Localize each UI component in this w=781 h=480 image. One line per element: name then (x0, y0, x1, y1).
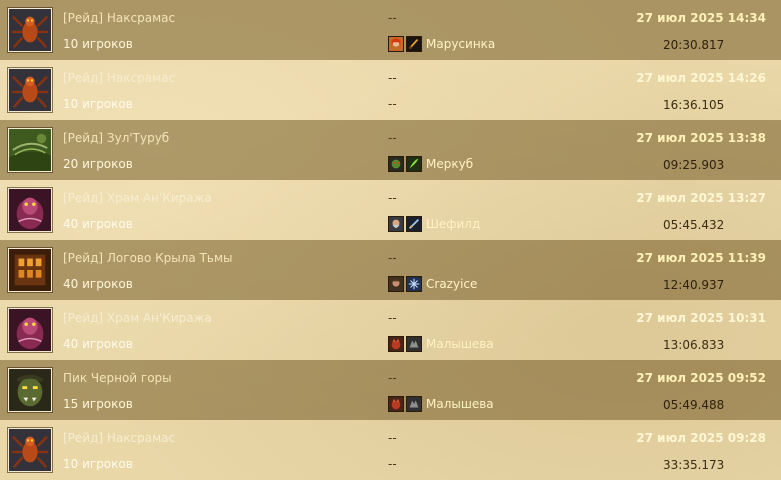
raid-row[interactable]: [Рейд] Храм Ан'Киража 40 игроков -- Малы… (0, 300, 781, 360)
wolf-class-icon (406, 396, 422, 412)
player-name: Малышева (426, 337, 494, 351)
player-name: Марусинка (426, 37, 496, 51)
naxxramas-spider-icon (8, 68, 52, 112)
player-count: 40 игроков (63, 217, 133, 231)
kill-date: 27 июл 2025 13:27 (636, 191, 766, 205)
player-name: Crazyice (426, 277, 478, 291)
player-count: 15 игроков (63, 397, 133, 411)
player-name: Меркуб (426, 157, 474, 171)
kill-duration: 12:40.937 (663, 278, 725, 292)
extra-info: -- (388, 251, 397, 265)
extra-info: -- (388, 311, 397, 325)
kill-duration: 05:49.488 (663, 398, 725, 412)
zulgurub-jungle-icon (8, 128, 52, 172)
raid-row[interactable]: [Рейд] Наксрамас 10 игроков -- -- 27 июл… (0, 420, 781, 480)
ahnqiraj-creature-icon (8, 308, 52, 352)
first-kill-player-empty: -- (388, 97, 397, 111)
extra-info: -- (388, 71, 397, 85)
beast-portrait-icon (388, 396, 404, 412)
first-kill-player[interactable]: Малышева (388, 335, 494, 353)
kill-date: 27 июл 2025 09:52 (636, 371, 766, 385)
player-count: 20 игроков (63, 157, 133, 171)
kill-date: 27 июл 2025 14:26 (636, 71, 766, 85)
kill-date: 27 июл 2025 09:28 (636, 431, 766, 445)
raid-row[interactable]: [Рейд] Храм Ан'Киража 40 игроков -- Шефи… (0, 180, 781, 240)
dwarf-portrait-icon (388, 216, 404, 232)
kill-date: 27 июл 2025 11:39 (636, 251, 766, 265)
naxxramas-spider-icon (8, 428, 52, 472)
player-count: 10 игроков (63, 97, 133, 111)
first-kill-player[interactable]: Crazyice (388, 275, 477, 293)
raid-name[interactable]: [Рейд] Логово Крыла Тьмы (63, 251, 233, 265)
player-count: 40 игроков (63, 277, 133, 291)
raid-row[interactable]: Пик Черной горы 15 игроков -- Малышева 2… (0, 360, 781, 420)
nature-class-icon (406, 156, 422, 172)
beast-portrait-icon (388, 336, 404, 352)
raid-row[interactable]: [Рейд] Наксрамас 10 игроков -- -- 27 июл… (0, 60, 781, 120)
kill-duration: 20:30.817 (663, 38, 725, 52)
kill-duration: 09:25.903 (663, 158, 725, 172)
player-count: 10 игроков (63, 457, 133, 471)
raid-row[interactable]: [Рейд] Логово Крыла Тьмы 40 игроков -- C… (0, 240, 781, 300)
naxxramas-spider-icon (8, 8, 52, 52)
human-portrait-icon (388, 276, 404, 292)
kill-duration: 13:06.833 (663, 338, 725, 352)
extra-info: -- (388, 371, 397, 385)
player-name: Малышева (426, 397, 494, 411)
player-count: 40 игроков (63, 337, 133, 351)
dagger-class-icon (406, 36, 422, 52)
kill-date: 27 июл 2025 14:34 (636, 11, 766, 25)
frost-class-icon (406, 276, 422, 292)
kill-date: 27 июл 2025 10:31 (636, 311, 766, 325)
extra-info: -- (388, 191, 397, 205)
first-kill-player[interactable]: Меркуб (388, 155, 473, 173)
raid-row[interactable]: [Рейд] Зул'Туруб 20 игроков -- Меркуб 27… (0, 120, 781, 180)
raid-name[interactable]: [Рейд] Наксрамас (63, 11, 175, 25)
player-name: Шефилд (426, 217, 481, 231)
female-human-portrait-icon (388, 36, 404, 52)
ahnqiraj-creature-icon (8, 188, 52, 232)
raid-row[interactable]: [Рейд] Наксрамас 10 игроков -- Марусинка… (0, 0, 781, 60)
extra-info: -- (388, 11, 397, 25)
first-kill-player[interactable]: Марусинка (388, 35, 495, 53)
first-kill-player[interactable]: Малышева (388, 395, 494, 413)
raid-log-list: [Рейд] Наксрамас 10 игроков -- Марусинка… (0, 0, 781, 480)
raid-name[interactable]: [Рейд] Храм Ан'Киража (63, 311, 212, 325)
blackwing-lair-icon (8, 248, 52, 292)
first-kill-player-empty: -- (388, 457, 397, 471)
kill-duration: 16:36.105 (663, 98, 725, 112)
raid-name[interactable]: [Рейд] Наксрамас (63, 431, 175, 445)
orc-portrait-icon (388, 156, 404, 172)
kill-duration: 33:35.173 (663, 458, 725, 472)
raid-name[interactable]: [Рейд] Наксрамас (63, 71, 175, 85)
kill-duration: 05:45.432 (663, 218, 725, 232)
extra-info: -- (388, 131, 397, 145)
blackrock-orc-icon (8, 368, 52, 412)
extra-info: -- (388, 431, 397, 445)
first-kill-player[interactable]: Шефилд (388, 215, 480, 233)
kill-date: 27 июл 2025 13:38 (636, 131, 766, 145)
sword-class-icon (406, 216, 422, 232)
raid-name[interactable]: Пик Черной горы (63, 371, 172, 385)
player-count: 10 игроков (63, 37, 133, 51)
raid-name[interactable]: [Рейд] Храм Ан'Киража (63, 191, 212, 205)
raid-name[interactable]: [Рейд] Зул'Туруб (63, 131, 169, 145)
wolf-class-icon (406, 336, 422, 352)
